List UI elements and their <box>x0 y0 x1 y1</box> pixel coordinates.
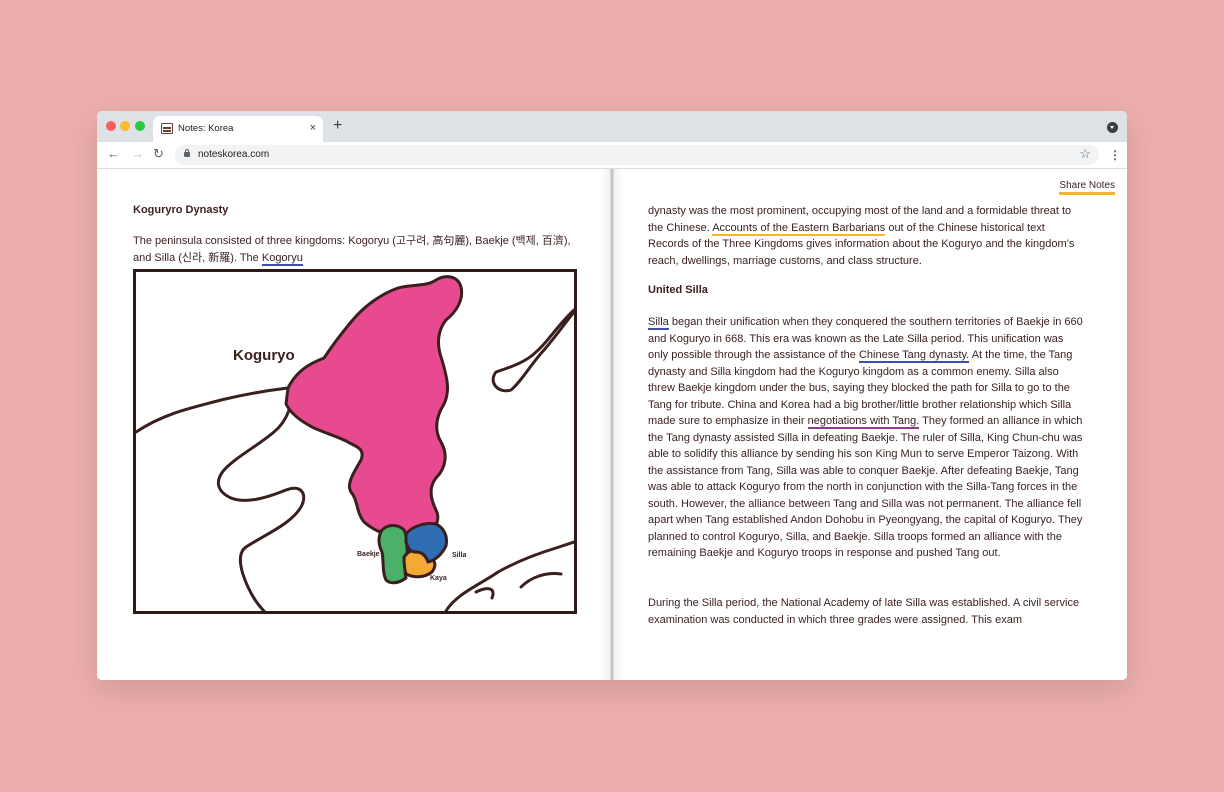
tab-close-icon[interactable]: × <box>310 121 316 135</box>
intro-text: The peninsula consisted of three kingdom… <box>133 235 571 264</box>
chinese-tang-highlight[interactable]: Chinese Tang dynasty. <box>858 349 970 363</box>
browser-menu-icon[interactable]: ⋮ <box>1109 148 1121 162</box>
paragraph-text: They formed an alliance in which the Tan… <box>648 415 1083 559</box>
coastline-east <box>491 308 576 393</box>
right-page-paragraph-1: dynasty was the most prominent, occupyin… <box>648 203 1084 269</box>
lock-icon <box>184 149 190 157</box>
minimize-window-button[interactable] <box>120 121 130 131</box>
new-tab-button[interactable]: + <box>333 117 342 135</box>
tab-bar: Notes: Korea × + <box>97 111 1127 142</box>
right-page-paragraph-3: During the Silla period, the National Ac… <box>648 597 1080 626</box>
kogoryu-highlight[interactable]: Kogoryu <box>261 251 303 266</box>
baekje-label: Baekje <box>357 551 380 558</box>
share-notes-button[interactable]: Share Notes <box>1059 180 1115 195</box>
silla-label: Silla <box>452 552 467 559</box>
tab-search-icon[interactable] <box>1107 122 1118 133</box>
close-window-button[interactable] <box>106 121 116 131</box>
tab-title: Notes: Korea <box>178 123 234 134</box>
silla-highlight[interactable]: Silla <box>648 316 669 330</box>
united-silla-heading: United Silla <box>648 284 708 296</box>
eastern-barbarians-highlight[interactable]: Accounts of the Eastern Barbarians <box>712 221 886 236</box>
koguryo-label: Koguryo <box>233 347 295 364</box>
notes-favicon-icon <box>161 123 173 134</box>
url-text[interactable]: noteskorea.com <box>198 149 269 160</box>
maximize-window-button[interactable] <box>135 121 145 131</box>
browser-tab[interactable]: Notes: Korea × <box>153 116 323 142</box>
map-svg: Koguryo Baekje Silla Kaya <box>134 275 576 613</box>
left-page-heading: Koguryro Dynasty <box>133 204 229 216</box>
back-button[interactable]: ← <box>107 146 120 162</box>
forward-button[interactable]: → <box>131 146 144 162</box>
right-page-paragraph-2: Silla began their unification when they … <box>648 314 1086 562</box>
coastline-west <box>134 386 306 613</box>
notebook-page: Share Notes Koguryro Dynasty The peninsu… <box>97 169 1127 680</box>
baekje-region <box>377 524 410 585</box>
browser-toolbar: ← → ↻ noteskorea.com ☆ ⋮ <box>97 142 1127 169</box>
browser-window: Notes: Korea × + ← → ↻ noteskorea.com ☆ … <box>97 111 1127 680</box>
korea-map: Koguryo Baekje Silla Kaya <box>133 269 577 614</box>
koguryo-region <box>284 275 464 544</box>
negotiations-highlight[interactable]: negotiations with Tang. <box>807 415 920 429</box>
address-bar[interactable]: noteskorea.com ☆ <box>175 145 1099 165</box>
kaya-label: Kaya <box>430 575 447 582</box>
reload-button[interactable]: ↻ <box>153 146 164 162</box>
page-spine <box>600 169 624 680</box>
left-page-paragraph: The peninsula consisted of three kingdom… <box>133 233 577 266</box>
bookmark-star-icon[interactable]: ☆ <box>1079 146 1091 162</box>
